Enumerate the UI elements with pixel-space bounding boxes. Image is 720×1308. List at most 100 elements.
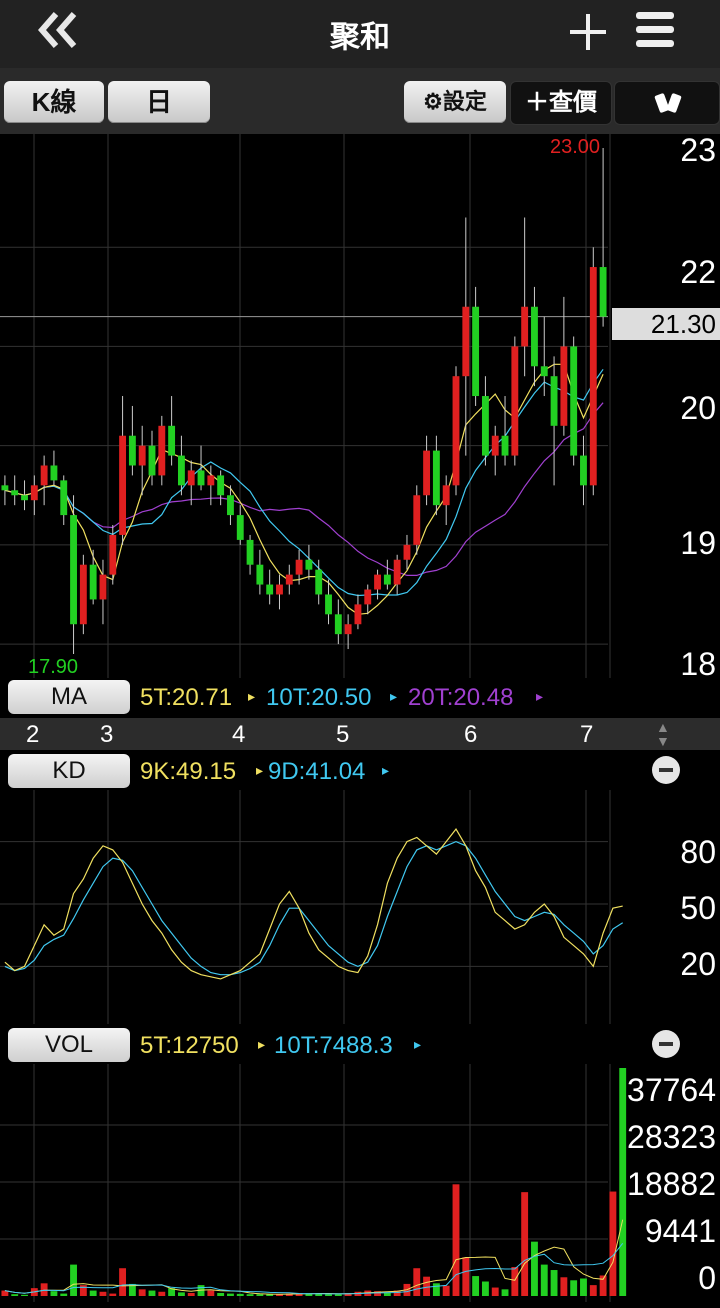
volume-bar	[207, 1290, 215, 1296]
candle-body	[383, 574, 391, 585]
volume-bar	[472, 1276, 480, 1296]
kd-k-arrow-icon[interactable]: ▸	[256, 762, 263, 779]
rotate-screen-icon[interactable]	[614, 81, 720, 125]
vol-10-arrow-icon[interactable]: ▸	[414, 1036, 421, 1053]
kline-button[interactable]: K線	[4, 81, 104, 123]
kd-tick-50: 50	[680, 890, 716, 926]
candle-body	[334, 614, 342, 635]
candle-body	[481, 396, 489, 456]
ma20-arrow-icon[interactable]: ▸	[536, 688, 543, 705]
volume-bar	[109, 1293, 117, 1296]
candle-body	[589, 267, 597, 486]
date-label: 5	[336, 721, 350, 748]
vol-collapse-icon[interactable]	[652, 1030, 680, 1058]
volume-bar	[531, 1241, 538, 1296]
candle-body	[550, 376, 558, 426]
candle-body	[423, 450, 431, 496]
ma10-arrow-icon[interactable]: ▸	[390, 688, 397, 705]
kd-d-line	[4, 840, 624, 976]
volume-bar	[609, 1191, 617, 1296]
gear-icon: ⚙	[423, 89, 443, 114]
candle-body	[138, 445, 146, 466]
price-chart	[0, 134, 611, 678]
volume-bar	[177, 1292, 185, 1296]
kd-d-value: 9D:41.04	[268, 758, 366, 785]
candle-body	[109, 534, 117, 575]
volume-bar	[187, 1292, 195, 1296]
candle-body	[374, 574, 381, 590]
ma-button[interactable]: MA	[8, 680, 130, 714]
date-label: 7	[580, 721, 594, 748]
vol-ma10-line	[4, 1242, 624, 1295]
candle-body	[79, 564, 87, 625]
candle-body	[393, 559, 401, 585]
date-label: 6	[464, 721, 478, 748]
low-price-label: 17.90	[28, 656, 79, 678]
vol-ma5-line	[4, 1219, 624, 1295]
candle-body	[413, 495, 421, 545]
date-axis[interactable]: 2 3 4 5 6 7 ▲ ▼	[0, 718, 720, 750]
quote-button[interactable]: ＋查價	[510, 81, 612, 125]
candle-body	[21, 495, 28, 501]
volume-bar	[89, 1290, 97, 1296]
volume-bar	[21, 1294, 28, 1296]
hamburger-menu-icon[interactable]	[634, 10, 676, 50]
price-tick-23: 23	[680, 132, 716, 168]
candle-body	[119, 435, 127, 535]
volume-bar	[501, 1289, 509, 1296]
vol-button[interactable]: VOL	[8, 1028, 130, 1062]
candle-body	[70, 515, 77, 625]
volume-bar	[119, 1268, 127, 1296]
kd-button[interactable]: KD	[8, 754, 130, 788]
kd-chart	[0, 790, 624, 1024]
high-price-label: 23.00	[550, 136, 601, 158]
resize-handle-icon[interactable]: ▲ ▼	[656, 720, 670, 748]
volume-bar	[540, 1264, 548, 1296]
ma5-arrow-icon[interactable]: ▸	[248, 688, 255, 705]
volume-bar	[560, 1277, 568, 1296]
plus-icon[interactable]	[568, 12, 608, 52]
candle-body	[472, 306, 480, 397]
volume-bar	[236, 1293, 244, 1296]
candle-body	[246, 539, 254, 565]
candle-body	[40, 465, 48, 486]
volume-bar	[432, 1283, 440, 1296]
volume-bar	[550, 1270, 558, 1296]
candle-body	[364, 589, 372, 605]
volume-bar	[511, 1267, 519, 1296]
volume-bar	[79, 1285, 87, 1296]
volume-bar	[580, 1278, 587, 1296]
candle-body	[295, 559, 303, 575]
volume-bar	[491, 1287, 499, 1296]
candle-body	[236, 515, 244, 540]
kd-collapse-icon[interactable]	[652, 756, 680, 784]
candle-body	[207, 475, 215, 486]
volume-bar	[138, 1289, 146, 1296]
candle-body	[305, 559, 313, 570]
kd-tick-20: 20	[680, 946, 716, 982]
candle-body	[570, 346, 578, 456]
volume-bar	[60, 1293, 68, 1296]
settings-label: 設定	[442, 89, 487, 114]
kd-tick-80: 80	[680, 834, 716, 870]
volume-bar	[217, 1292, 225, 1296]
vol-tick-28323: 28323	[627, 1119, 716, 1155]
candle-body	[531, 306, 538, 367]
candle-body	[344, 624, 352, 635]
volume-bar	[452, 1184, 460, 1296]
date-label: 3	[100, 721, 114, 748]
price-tick-19: 19	[680, 525, 716, 561]
vol-tick-0: 0	[698, 1260, 716, 1296]
kd-d-arrow-icon[interactable]: ▸	[382, 762, 389, 779]
period-button[interactable]: 日	[108, 81, 210, 123]
vol-5-arrow-icon[interactable]: ▸	[258, 1036, 265, 1053]
candle-body	[148, 445, 156, 476]
volume-bar	[266, 1294, 274, 1296]
settings-button[interactable]: ⚙設定	[404, 81, 506, 123]
candle-body	[315, 569, 323, 595]
vol-tick-18882: 18882	[627, 1166, 716, 1202]
candle-body	[325, 594, 332, 615]
candle-body	[501, 435, 509, 456]
candle-body	[217, 475, 225, 496]
candle-body	[168, 425, 176, 456]
